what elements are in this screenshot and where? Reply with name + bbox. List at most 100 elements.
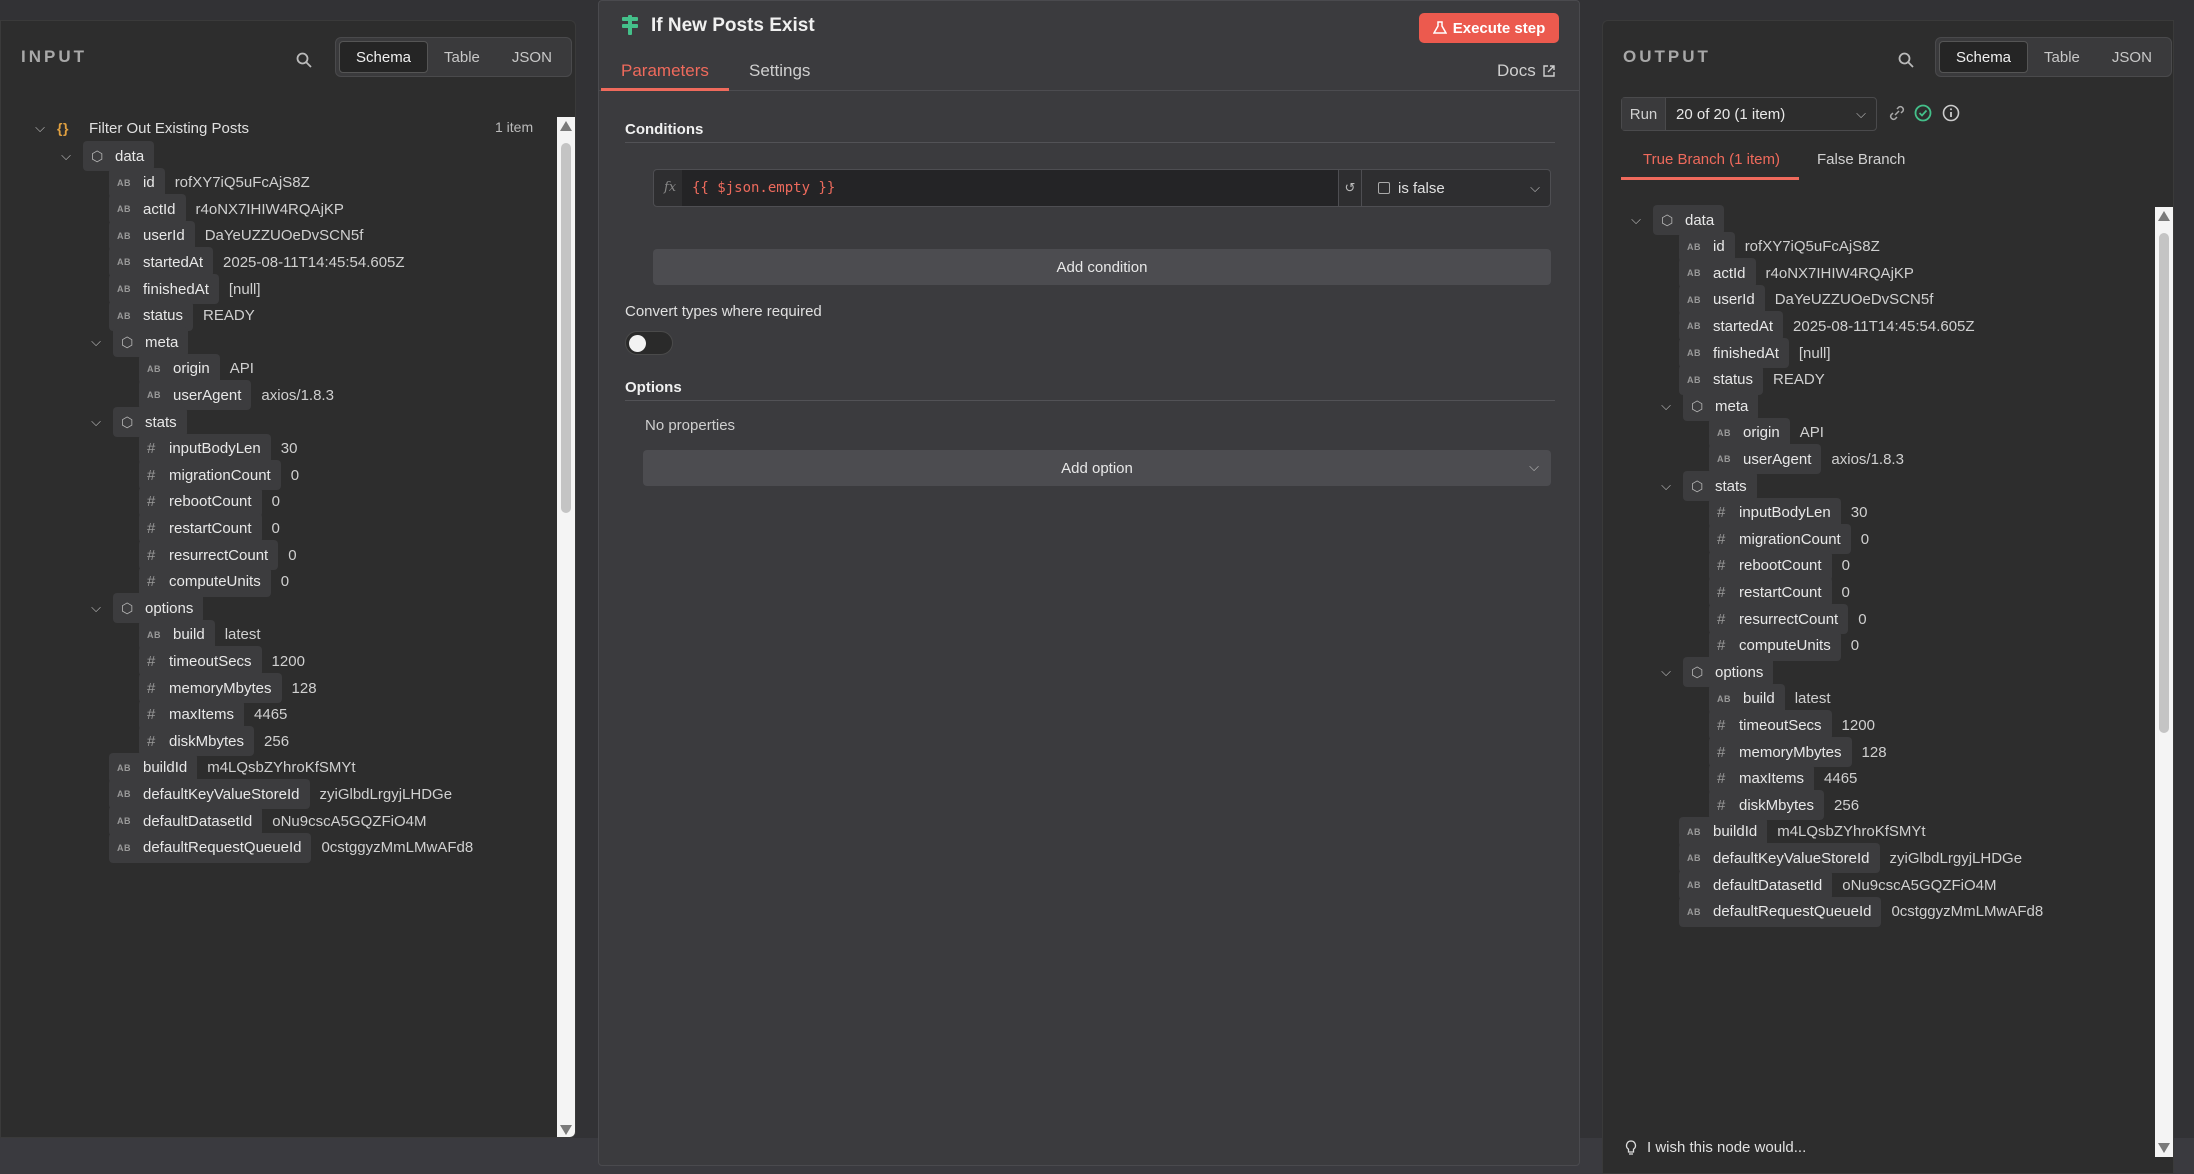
condition-operator-select[interactable]: is false ⌵ bbox=[1368, 170, 1552, 206]
field-key-pill[interactable]: AB build bbox=[1709, 683, 1785, 714]
field-key-pill[interactable]: # computeUnits bbox=[139, 566, 271, 597]
schema-object-row[interactable]: ⌵ ⬡ meta bbox=[1659, 391, 1759, 422]
input-tab-json[interactable]: JSON bbox=[496, 41, 568, 73]
chevron-down-icon[interactable]: ⌵ bbox=[1659, 478, 1673, 493]
field-key-pill[interactable]: # memoryMbytes bbox=[139, 673, 282, 703]
output-scrollbar[interactable] bbox=[2155, 207, 2173, 1157]
execute-step-button[interactable]: Execute step bbox=[1419, 13, 1559, 43]
schema-object-row[interactable]: ⌵ ⬡ options bbox=[1659, 657, 1774, 688]
condition-expression-input[interactable]: {{ $json.empty }} bbox=[682, 170, 1338, 206]
field-key-pill[interactable]: # timeoutSecs bbox=[139, 646, 262, 677]
scroll-down-arrow-icon[interactable] bbox=[2158, 1143, 2170, 1153]
field-key-pill[interactable]: # resurrectCount bbox=[1709, 604, 1849, 634]
field-key-pill[interactable]: ⬡ stats bbox=[113, 407, 187, 437]
field-key-pill[interactable]: # maxItems bbox=[1709, 763, 1815, 794]
input-root-row[interactable]: ⌵ {} Filter Out Existing Posts bbox=[33, 113, 249, 143]
field-key-pill[interactable]: # diskMbytes bbox=[139, 726, 255, 757]
feedback-prompt[interactable]: I wish this node would... bbox=[1625, 1139, 1806, 1156]
chevron-down-icon[interactable]: ⌵ bbox=[89, 414, 103, 429]
field-key-pill[interactable]: ⬡ data bbox=[83, 141, 155, 171]
info-icon[interactable] bbox=[1941, 103, 1961, 123]
scroll-up-arrow-icon[interactable] bbox=[2158, 211, 2170, 221]
field-key-pill[interactable]: # resurrectCount bbox=[139, 540, 279, 570]
tab-true-branch[interactable]: True Branch (1 item) bbox=[1643, 151, 1780, 168]
tab-false-branch[interactable]: False Branch bbox=[1817, 151, 1905, 168]
schema-object-row[interactable]: ⌵ ⬡ stats bbox=[1659, 471, 1757, 501]
schema-object-row[interactable]: ⌵ ⬡ options bbox=[89, 593, 204, 624]
field-key-pill[interactable]: AB actId bbox=[109, 194, 186, 225]
field-key-pill[interactable]: # timeoutSecs bbox=[1709, 710, 1832, 741]
field-key-pill[interactable]: AB userId bbox=[1679, 284, 1765, 315]
field-key-pill[interactable]: AB defaultDatasetId bbox=[1679, 870, 1833, 900]
input-scroll-thumb[interactable] bbox=[561, 143, 571, 513]
field-key-pill[interactable]: # diskMbytes bbox=[1709, 790, 1825, 821]
field-key-pill[interactable]: AB origin bbox=[1709, 417, 1790, 448]
search-icon[interactable] bbox=[295, 51, 313, 69]
field-key-pill[interactable]: AB status bbox=[109, 300, 194, 331]
chevron-down-icon[interactable]: ⌵ bbox=[33, 120, 47, 135]
input-tab-table[interactable]: Table bbox=[428, 41, 496, 73]
field-key-pill[interactable]: # rebootCount bbox=[1709, 550, 1832, 581]
field-key-pill[interactable]: ⬡ options bbox=[1683, 657, 1774, 688]
field-key-pill[interactable]: # maxItems bbox=[139, 699, 245, 730]
field-key-pill[interactable]: AB userAgent bbox=[1709, 444, 1822, 475]
chevron-down-icon[interactable]: ⌵ bbox=[59, 148, 73, 163]
field-key-pill[interactable]: AB buildId bbox=[109, 752, 198, 783]
field-key-pill[interactable]: AB id bbox=[109, 167, 165, 198]
field-key-pill[interactable]: ⬡ stats bbox=[1683, 471, 1757, 501]
field-key-pill[interactable]: AB defaultKeyValueStoreId bbox=[1679, 843, 1880, 874]
field-key-pill[interactable]: # inputBodyLen bbox=[139, 433, 271, 464]
tab-parameters[interactable]: Parameters bbox=[621, 61, 709, 81]
docs-link[interactable]: Docs bbox=[1497, 61, 1556, 81]
chevron-down-icon[interactable]: ⌵ bbox=[1659, 398, 1673, 413]
chevron-down-icon[interactable]: ⌵ bbox=[89, 334, 103, 349]
field-key-pill[interactable]: AB startedAt bbox=[1679, 311, 1784, 342]
search-icon[interactable] bbox=[1897, 51, 1915, 69]
field-key-pill[interactable]: ⬡ meta bbox=[1683, 391, 1759, 422]
field-key-pill[interactable]: # migrationCount bbox=[1709, 524, 1851, 555]
input-scrollbar[interactable] bbox=[557, 117, 575, 1137]
field-key-pill[interactable]: AB build bbox=[139, 619, 215, 650]
chevron-down-icon[interactable]: ⌵ bbox=[1659, 664, 1673, 679]
field-key-pill[interactable]: AB userAgent bbox=[139, 380, 252, 411]
field-key-pill[interactable]: AB buildId bbox=[1679, 816, 1768, 847]
output-tab-schema[interactable]: Schema bbox=[1939, 41, 2029, 73]
output-scroll-thumb[interactable] bbox=[2159, 233, 2169, 733]
chevron-down-icon[interactable]: ⌵ bbox=[1629, 212, 1643, 227]
field-key-pill[interactable]: AB origin bbox=[139, 353, 220, 384]
field-key-pill[interactable]: # computeUnits bbox=[1709, 630, 1841, 661]
chevron-down-icon[interactable]: ⌵ bbox=[89, 600, 103, 615]
field-key-pill[interactable]: AB userId bbox=[109, 220, 195, 251]
convert-types-toggle[interactable] bbox=[625, 331, 673, 355]
field-key-pill[interactable]: AB startedAt bbox=[109, 247, 214, 278]
field-key-pill[interactable]: # migrationCount bbox=[139, 460, 281, 491]
field-key-pill[interactable]: ⬡ meta bbox=[113, 327, 189, 358]
field-key-pill[interactable]: AB status bbox=[1679, 364, 1764, 395]
field-key-pill[interactable]: AB defaultRequestQueueId bbox=[1679, 896, 1882, 927]
schema-object-row[interactable]: ⌵ ⬡ data bbox=[59, 141, 155, 171]
field-key-pill[interactable]: ⬡ options bbox=[113, 593, 204, 624]
node-title[interactable]: If New Posts Exist bbox=[651, 15, 815, 37]
field-key-pill[interactable]: AB defaultRequestQueueId bbox=[109, 832, 312, 863]
field-key-pill[interactable]: # rebootCount bbox=[139, 486, 262, 517]
field-key-pill[interactable]: AB finishedAt bbox=[1679, 338, 1789, 368]
tab-settings[interactable]: Settings bbox=[749, 61, 810, 81]
output-tab-json[interactable]: JSON bbox=[2096, 41, 2168, 73]
schema-object-row[interactable]: ⌵ ⬡ meta bbox=[89, 327, 189, 358]
add-option-button[interactable]: Add option ⌵ bbox=[643, 450, 1551, 486]
field-key-pill[interactable]: AB defaultKeyValueStoreId bbox=[109, 779, 310, 810]
field-key-pill[interactable]: # memoryMbytes bbox=[1709, 737, 1852, 767]
field-key-pill[interactable]: # restartCount bbox=[139, 513, 262, 544]
scroll-up-arrow-icon[interactable] bbox=[560, 121, 572, 131]
scroll-down-arrow-icon[interactable] bbox=[560, 1125, 572, 1135]
field-key-pill[interactable]: # restartCount bbox=[1709, 577, 1832, 608]
schema-object-row[interactable]: ⌵ ⬡ data bbox=[1629, 205, 1725, 235]
add-condition-button[interactable]: Add condition bbox=[653, 249, 1551, 285]
run-selector[interactable]: Run 20 of 20 (1 item) ⌵ bbox=[1621, 97, 1877, 131]
field-key-pill[interactable]: # inputBodyLen bbox=[1709, 497, 1841, 528]
reset-icon[interactable]: ↺ bbox=[1338, 170, 1362, 206]
output-tab-table[interactable]: Table bbox=[2028, 41, 2096, 73]
field-key-pill[interactable]: AB actId bbox=[1679, 258, 1756, 289]
input-tab-schema[interactable]: Schema bbox=[339, 41, 429, 73]
field-key-pill[interactable]: AB defaultDatasetId bbox=[109, 806, 263, 836]
